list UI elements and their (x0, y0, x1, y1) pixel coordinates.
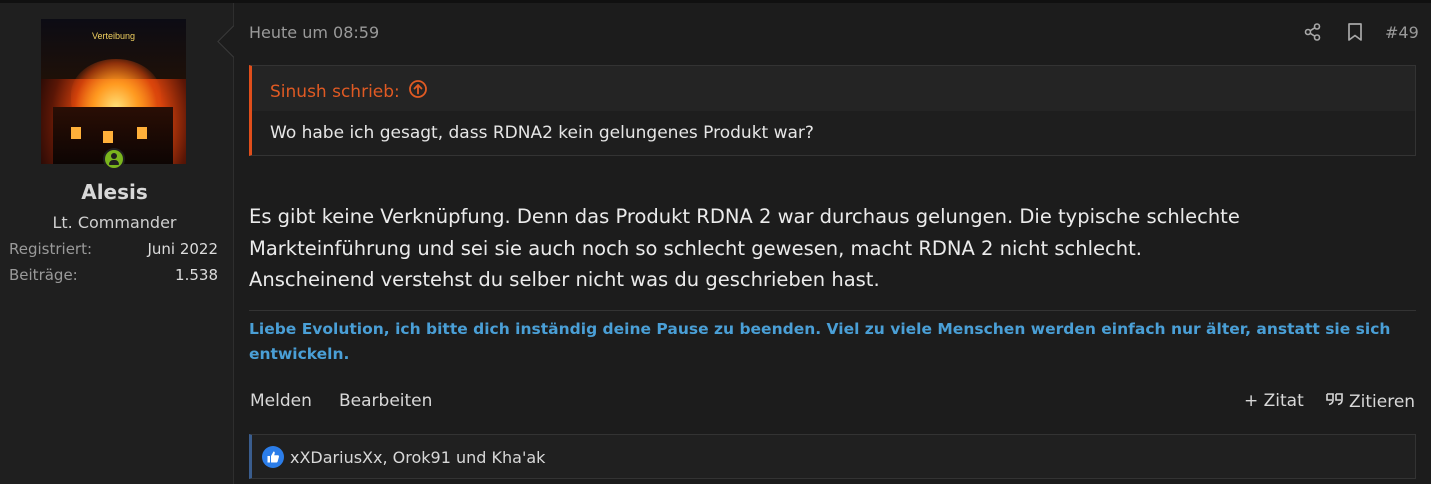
message-line: Markteinführung und sei sie auch noch so… (249, 237, 1142, 260)
stat-value-registered: Juni 2022 (147, 240, 218, 258)
signature-divider (249, 310, 1416, 311)
reply-quote-button[interactable]: Zitieren (1325, 391, 1415, 412)
quote-author[interactable]: Sinush schrieb: (270, 79, 428, 104)
avatar-caption: Verteibung (91, 31, 136, 41)
like-icon (262, 446, 284, 468)
reactions-bar: xXDariusXx, Orok91 und Kha'ak (249, 434, 1416, 479)
stat-value-posts: 1.538 (175, 266, 218, 284)
user-title: Lt. Commander (52, 213, 177, 232)
message-line: Anscheinend verstehst du selber nicht wa… (249, 268, 880, 291)
avatar[interactable]: Verteibung (41, 19, 186, 164)
add-quote-button[interactable]: + Zitat (1244, 391, 1304, 411)
user-online-icon (103, 148, 125, 170)
reply-quote-label[interactable]: Zitieren (1349, 392, 1415, 412)
quote-text: Wo habe ich gesagt, dass RDNA2 kein gelu… (270, 123, 814, 143)
stat-label-registered: Registriert: (9, 240, 93, 258)
stat-label-posts: Beiträge: (9, 266, 78, 284)
user-sidebar: Verteibung Alesis Lt. Commander Registri… (0, 3, 234, 484)
reactions-list[interactable]: xXDariusXx, Orok91 und Kha'ak (290, 448, 545, 467)
report-button[interactable]: Melden (250, 391, 312, 411)
quote-author-label[interactable]: Sinush schrieb: (270, 82, 400, 102)
post-number-link[interactable]: #49 (1385, 23, 1419, 42)
quote-block: Sinush schrieb: Wo habe ich gesagt, dass… (249, 65, 1416, 156)
signature: Liebe Evolution, ich bitte dich inständi… (249, 320, 1391, 363)
quote-body: Wo habe ich gesagt, dass RDNA2 kein gelu… (252, 111, 1415, 155)
bookmark-icon[interactable] (1346, 22, 1364, 46)
post-date[interactable]: Heute um 08:59 (249, 23, 379, 42)
username[interactable]: Alesis (0, 180, 229, 204)
arrow-up-circle-icon[interactable] (408, 79, 428, 104)
share-icon[interactable] (1303, 22, 1323, 46)
quote-marks-icon (1325, 391, 1345, 412)
message-line: Es gibt keine Verknüpfung. Denn das Prod… (249, 205, 1240, 228)
edit-button[interactable]: Bearbeiten (339, 391, 432, 411)
